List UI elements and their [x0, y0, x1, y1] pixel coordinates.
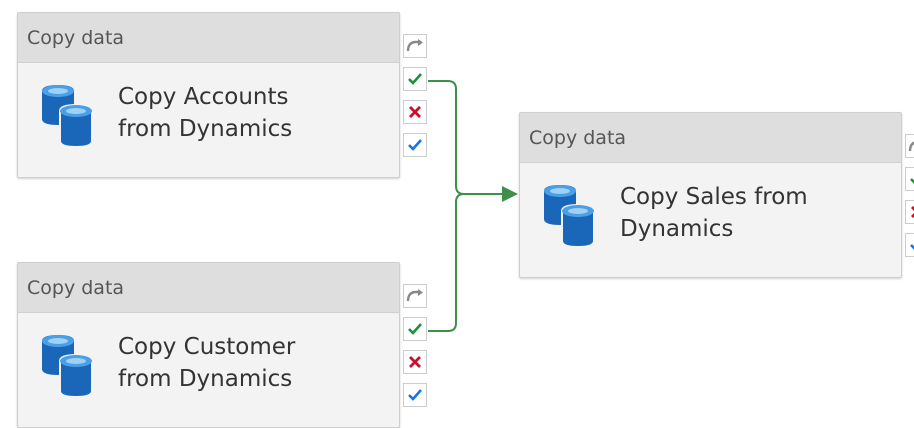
activity-type-header: Copy data	[18, 263, 399, 313]
activity-copy-accounts[interactable]: Copy data Copy Accounts from Dynamics	[17, 12, 400, 178]
skip-handle[interactable]	[403, 34, 427, 58]
activity-copy-customer[interactable]: Copy data Copy Customer from Dynamics	[17, 262, 400, 428]
connector-arrowhead	[502, 186, 518, 202]
failure-handle[interactable]	[403, 100, 427, 124]
completion-check-icon	[910, 244, 914, 250]
connector-accounts-to-sales[interactable]	[428, 80, 502, 195]
connector-customer-to-sales[interactable]	[428, 193, 465, 332]
activity-name: Copy Sales from Dynamics	[620, 184, 808, 242]
activity-type-header: Copy data	[18, 13, 399, 63]
activity-output-handles	[403, 34, 427, 157]
completion-handle[interactable]	[905, 233, 914, 257]
skip-icon	[908, 141, 914, 152]
success-check-icon	[408, 323, 422, 335]
activity-type-header: Copy data	[520, 113, 901, 163]
copy-data-database-icon	[544, 185, 595, 249]
skip-icon	[406, 289, 423, 302]
completion-handle[interactable]	[403, 383, 427, 407]
activity-output-handles	[905, 134, 914, 257]
failure-handle[interactable]	[403, 350, 427, 374]
activity-type-label: Copy data	[27, 276, 125, 299]
activity-name: Copy Accounts from Dynamics	[118, 84, 293, 142]
skip-icon	[406, 39, 423, 52]
copy-data-database-icon	[42, 335, 93, 399]
activity-type-label: Copy data	[529, 126, 627, 149]
failure-x-icon	[409, 356, 421, 368]
completion-handle[interactable]	[403, 133, 427, 157]
skip-handle[interactable]	[403, 284, 427, 308]
success-check-icon	[408, 73, 422, 85]
failure-handle[interactable]	[905, 200, 914, 224]
activity-copy-sales[interactable]: Copy data Copy Sales from Dynamics	[519, 112, 902, 278]
copy-data-database-icon	[42, 85, 93, 149]
completion-check-icon	[408, 139, 422, 151]
success-handle[interactable]	[905, 167, 914, 191]
success-handle[interactable]	[403, 67, 427, 91]
success-handle[interactable]	[403, 317, 427, 341]
skip-handle[interactable]	[905, 134, 914, 158]
activity-name: Copy Customer from Dynamics	[118, 334, 296, 392]
activity-type-label: Copy data	[27, 26, 125, 49]
activity-output-handles	[403, 284, 427, 407]
failure-x-icon	[911, 206, 914, 218]
completion-check-icon	[408, 389, 422, 401]
failure-x-icon	[409, 106, 421, 118]
success-check-icon	[910, 178, 914, 184]
